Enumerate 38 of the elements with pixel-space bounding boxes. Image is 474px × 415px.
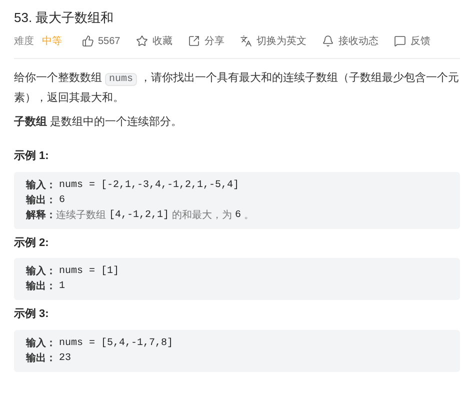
definition-paragraph: 子数组 是数组中的一个连续部分。 — [14, 114, 184, 130]
example-label: 输出： — [26, 280, 56, 294]
toolbar-action[interactable]: 收藏 — [136, 34, 172, 48]
text: 。 — [244, 208, 254, 222]
inline-code: nums = [1] — [59, 264, 120, 279]
share-icon — [188, 35, 200, 47]
translate-icon — [240, 35, 252, 47]
difficulty-label: 难度 — [14, 34, 34, 48]
speech-bubble-icon — [394, 35, 406, 47]
inline-code: 6 — [59, 194, 66, 208]
problem-title: 53. 最大子数组和 — [14, 9, 115, 27]
inline-code: 23 — [59, 352, 72, 366]
toolbar-action[interactable]: 反馈 — [394, 34, 430, 48]
description-paragraph: 给你一个整数数组 nums ，请你找出一个具有最大和的连续子数组（子数组最少包含一个元素），返回其最大和。 — [14, 70, 460, 106]
toolbar-action[interactable]: 分享 — [188, 34, 224, 48]
toolbar-action[interactable]: 切换为英文 — [240, 34, 306, 48]
example-label: 解释： — [26, 208, 56, 222]
text: 连续子数组 — [56, 208, 106, 222]
inline-code: nums = [5,4,-1,7,8] — [59, 336, 174, 350]
inline-code: 6 — [235, 208, 242, 222]
inline-code: 1 — [59, 280, 66, 294]
example-label: 输出： — [26, 194, 56, 208]
example-label: 输出： — [26, 352, 56, 366]
inline-code: nums = [-2,1,-3,4,-1,2,1,-5,4] — [59, 178, 240, 192]
thumbs-up-icon — [82, 35, 94, 47]
example-label: 输入： — [26, 264, 56, 279]
example-label: 输入： — [26, 178, 56, 192]
toolbar-action[interactable]: 接收动态 — [322, 34, 378, 48]
text: 的和最大，为 — [172, 208, 232, 222]
star-icon — [136, 35, 148, 47]
example-heading: 示例 3: — [14, 307, 50, 322]
toolbar-action[interactable]: 5567 — [82, 34, 120, 48]
bell-icon — [322, 35, 334, 47]
example-heading: 示例 1: — [14, 149, 50, 164]
inline-code: [4,-1,2,1] — [109, 208, 170, 222]
example-heading: 示例 2: — [14, 236, 50, 250]
example-label: 输入： — [26, 336, 56, 350]
difficulty-tag: 中等 — [42, 34, 62, 48]
